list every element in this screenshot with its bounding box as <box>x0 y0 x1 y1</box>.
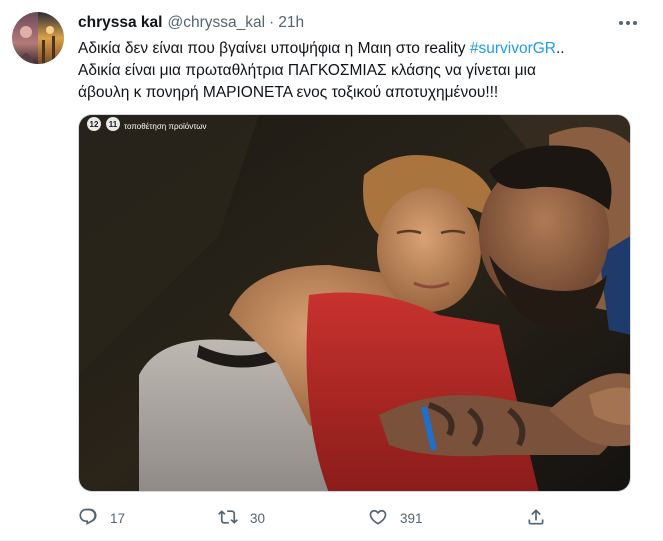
tweet-actions: 17 30 391 <box>78 506 598 530</box>
hashtag-link[interactable]: #survivorGR <box>470 40 556 57</box>
retweet-button[interactable]: 30 <box>218 506 265 530</box>
retweet-icon <box>218 507 238 530</box>
like-icon <box>368 507 388 530</box>
like-button[interactable]: 391 <box>368 506 423 530</box>
share-button[interactable] <box>526 506 546 530</box>
tweet-text: Αδικία δεν είναι που βγαίνει υποψήφια η … <box>78 38 638 104</box>
tweet-text-line-3: άβουλη κ πονηρή ΜΑΡΙΟΝΕΤΑ ενος τοξικού α… <box>78 84 499 101</box>
reply-count: 17 <box>110 510 126 526</box>
author-name[interactable]: chryssa kal <box>78 14 162 32</box>
reply-button[interactable]: 17 <box>78 506 125 530</box>
svg-text:12: 12 <box>90 120 99 129</box>
profile-avatar[interactable] <box>12 12 64 64</box>
tweet-header: chryssa kal @chryssa_kal · 21h <box>78 12 304 34</box>
media-photo: 12 11 τοποθέτηση προϊόντων <box>79 115 630 491</box>
like-count: 391 <box>400 510 423 526</box>
tweet-media-image[interactable]: 12 11 τοποθέτηση προϊόντων <box>78 114 631 492</box>
tweet[interactable]: chryssa kal @chryssa_kal · 21h Αδικία δε… <box>0 0 663 541</box>
media-overlay-text: τοποθέτηση προϊόντων <box>124 122 207 131</box>
svg-text:11: 11 <box>109 120 118 129</box>
tweet-text-line-1-suffix: .. <box>556 40 565 57</box>
tweet-text-line-1-prefix: Αδικία δεν είναι που βγαίνει υποψήφια η … <box>78 40 470 57</box>
tweet-text-line-1: Αδικία δεν είναι που βγαίνει υποψήφια η … <box>78 38 638 60</box>
more-icon[interactable] <box>615 14 641 32</box>
tweet-text-line-2: Αδικία είναι μια πρωταθλήτρια ΠΑΓΚΟΣΜΙΑΣ… <box>78 62 536 79</box>
author-handle[interactable]: @chryssa_kal <box>167 14 265 32</box>
separator-dot: · <box>269 14 275 31</box>
reply-icon <box>78 507 98 530</box>
retweet-count: 30 <box>250 510 266 526</box>
share-icon <box>526 507 546 530</box>
tweet-timestamp[interactable]: 21h <box>278 14 304 32</box>
